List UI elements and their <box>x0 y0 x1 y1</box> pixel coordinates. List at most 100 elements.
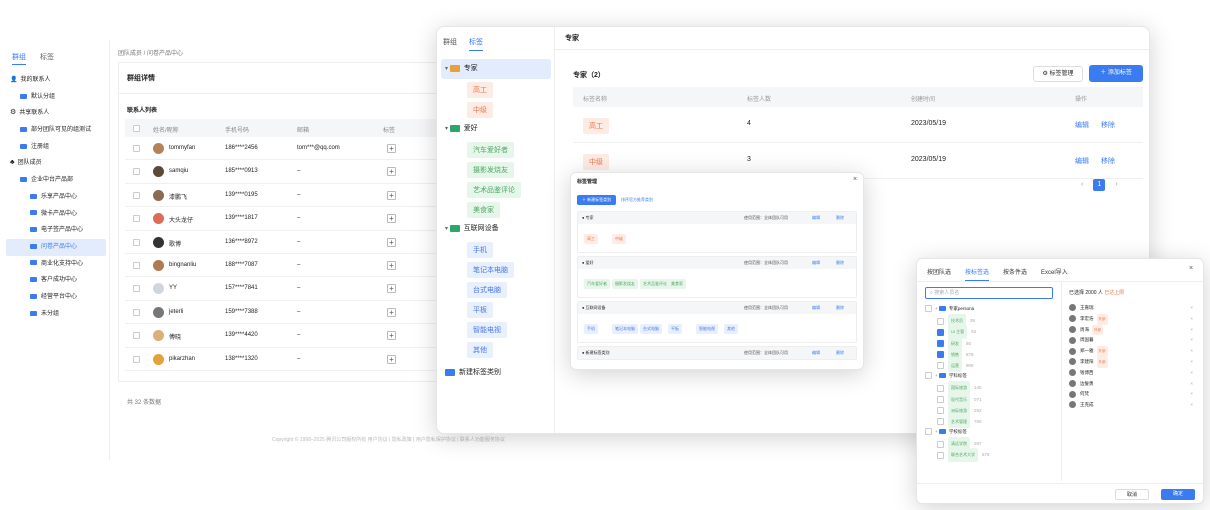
sidebar-item[interactable]: 未分组 <box>6 306 106 323</box>
row-checkbox[interactable] <box>133 215 140 223</box>
sidebar-item[interactable]: 部分团队可见的组测试 <box>6 122 106 139</box>
tag-option[interactable]: 联合艺术大学 678 <box>925 448 1055 462</box>
edit-link[interactable]: 编辑 <box>812 305 820 311</box>
remove-icon[interactable]: × <box>1190 368 1193 379</box>
tag-chip[interactable]: 台式电脑 <box>640 324 662 334</box>
picker-tab[interactable]: Excel导入 <box>1041 270 1068 276</box>
tag-option[interactable]: UI 主管 92 <box>925 325 1055 339</box>
tag-checkbox[interactable] <box>937 351 944 359</box>
tag-category[interactable]: + 学校标签 <box>925 426 1055 437</box>
remove-icon[interactable]: × <box>1190 335 1193 346</box>
remove-icon[interactable]: × <box>1190 346 1193 357</box>
tag-checkbox[interactable] <box>937 362 944 370</box>
add-tag-icon[interactable]: + <box>387 260 396 270</box>
tag-chip[interactable]: 汽车爱好者 <box>467 142 514 158</box>
sidebar-item[interactable]: 企业中台产品部 <box>6 172 106 189</box>
tag-category[interactable]: + 学科标签 <box>925 370 1055 381</box>
tag-chip[interactable]: 艺术品鉴评论 <box>640 279 670 289</box>
category-checkbox[interactable] <box>925 305 932 313</box>
tag-option[interactable]: 清远学院 287 <box>925 437 1055 451</box>
tag-option[interactable]: 研发 80 <box>925 336 1055 350</box>
edit-link[interactable]: 编辑 <box>812 215 820 221</box>
remove-icon[interactable]: × <box>1190 303 1193 314</box>
tag-chip[interactable]: 手机 <box>467 242 493 258</box>
row-checkbox[interactable] <box>133 238 140 246</box>
add-tag-icon[interactable]: + <box>387 190 396 200</box>
sidebar-item[interactable]: 经营平台中心 <box>6 289 106 306</box>
tag-chip[interactable]: 笔记本电脑 <box>612 324 638 334</box>
tag-chip[interactable]: 手机 <box>584 324 598 334</box>
table-row[interactable]: 高工 4 2023/05/19 编辑 移除 <box>573 107 1143 143</box>
remove-icon[interactable]: × <box>1190 400 1193 411</box>
tag-chip[interactable]: 台式电脑 <box>467 282 507 298</box>
tag-option[interactable]: 国际旅游 140 <box>925 381 1055 395</box>
tag-checkbox[interactable] <box>937 407 944 414</box>
tag-chip[interactable]: 艺术品鉴评论 <box>467 182 521 198</box>
delete-link[interactable]: 删除 <box>836 260 844 266</box>
add-tag-button[interactable]: ＋ 添加标签 <box>1089 65 1143 82</box>
tag-chip[interactable]: 美食家 <box>467 202 500 218</box>
close-icon[interactable]: × <box>853 176 857 183</box>
add-tag-icon[interactable]: + <box>387 354 396 364</box>
tag-checkbox[interactable] <box>937 440 944 448</box>
sidebar-item[interactable]: 问卷产品中心 <box>6 238 106 256</box>
delete-link[interactable]: 删除 <box>836 350 844 356</box>
remove-icon[interactable]: × <box>1190 314 1193 325</box>
tag-checkbox[interactable] <box>937 317 944 325</box>
remove-icon[interactable]: × <box>1190 325 1193 336</box>
edit-link[interactable]: 编辑 <box>812 260 820 266</box>
page-1-button[interactable]: 1 <box>1093 179 1106 191</box>
tag-checkbox[interactable] <box>937 418 944 426</box>
new-category-item[interactable]: 新建标签类别 <box>441 363 551 383</box>
picker-tab[interactable]: 按条件选 <box>1003 270 1027 276</box>
add-tag-icon[interactable]: + <box>387 214 396 224</box>
add-tag-icon[interactable]: + <box>387 331 396 341</box>
row-checkbox[interactable] <box>133 261 140 269</box>
category-checkbox[interactable] <box>925 372 932 380</box>
tab-groups[interactable]: 群组 <box>443 39 457 46</box>
tag-category[interactable]: ▾ 互联网设备 <box>441 219 551 239</box>
tag-checkbox[interactable] <box>937 384 944 392</box>
sidebar-item[interactable]: 电子签产品中心 <box>6 222 106 239</box>
tag-chip[interactable]: 智能电视 <box>696 324 718 334</box>
tag-chip[interactable]: 摄影发烧友 <box>612 279 638 289</box>
confirm-button[interactable]: 确定 <box>1161 489 1195 500</box>
close-icon[interactable]: × <box>1189 265 1193 272</box>
tag-chip[interactable]: 高工 <box>467 82 493 98</box>
sidebar-item[interactable]: 默认分组 <box>6 89 106 106</box>
edit-link[interactable]: 编辑 <box>1075 120 1089 130</box>
search-input[interactable]: ⌕ 搜索人员名 <box>925 287 1053 299</box>
tag-chip[interactable]: 中级 <box>612 234 626 244</box>
row-checkbox[interactable] <box>133 285 140 293</box>
next-page-icon[interactable]: › <box>1115 181 1117 188</box>
row-checkbox[interactable] <box>133 355 140 363</box>
sidebar-item[interactable]: 注册组 <box>6 139 106 156</box>
tag-chip[interactable]: 高工 <box>584 234 598 244</box>
remove-link[interactable]: 移除 <box>1101 120 1115 130</box>
sidebar-item[interactable]: ⚙ 共享联系人 <box>6 105 106 122</box>
delete-link[interactable]: 删除 <box>836 305 844 311</box>
remove-icon[interactable]: × <box>1190 389 1193 400</box>
new-category-button[interactable]: ＋ 新建标签类别 <box>577 195 617 205</box>
tag-chip[interactable]: 汽车爱好者 <box>584 279 610 289</box>
row-checkbox[interactable] <box>133 332 140 340</box>
sidebar-item[interactable]: 乐享产品中心 <box>6 189 106 206</box>
tag-chip[interactable]: 摄影发烧友 <box>467 162 514 178</box>
tag-category[interactable]: ▾ 专家 <box>441 59 551 79</box>
category-checkbox[interactable] <box>925 428 932 436</box>
cancel-button[interactable]: 取消 <box>1115 489 1149 500</box>
remove-icon[interactable]: × <box>1190 379 1193 390</box>
tag-option[interactable]: 洲际旅游 292 <box>925 403 1055 417</box>
tag-chip[interactable]: 笔记本电脑 <box>467 262 514 278</box>
remove-link[interactable]: 移除 <box>1101 156 1115 166</box>
tag-manage-button[interactable]: ⚙ 标签管理 <box>1033 66 1083 82</box>
sidebar-item[interactable]: 客户成功中心 <box>6 272 106 289</box>
tag-chip[interactable]: 智能电视 <box>467 322 507 338</box>
sidebar-item[interactable]: 微卡产品中心 <box>6 206 106 223</box>
tag-checkbox[interactable] <box>937 339 944 347</box>
tag-chip[interactable]: 其他 <box>467 342 493 358</box>
edit-link[interactable]: 编辑 <box>1075 156 1089 166</box>
row-checkbox[interactable] <box>133 191 140 199</box>
tag-chip[interactable]: 平板 <box>467 302 493 318</box>
add-tag-icon[interactable]: + <box>387 167 396 177</box>
